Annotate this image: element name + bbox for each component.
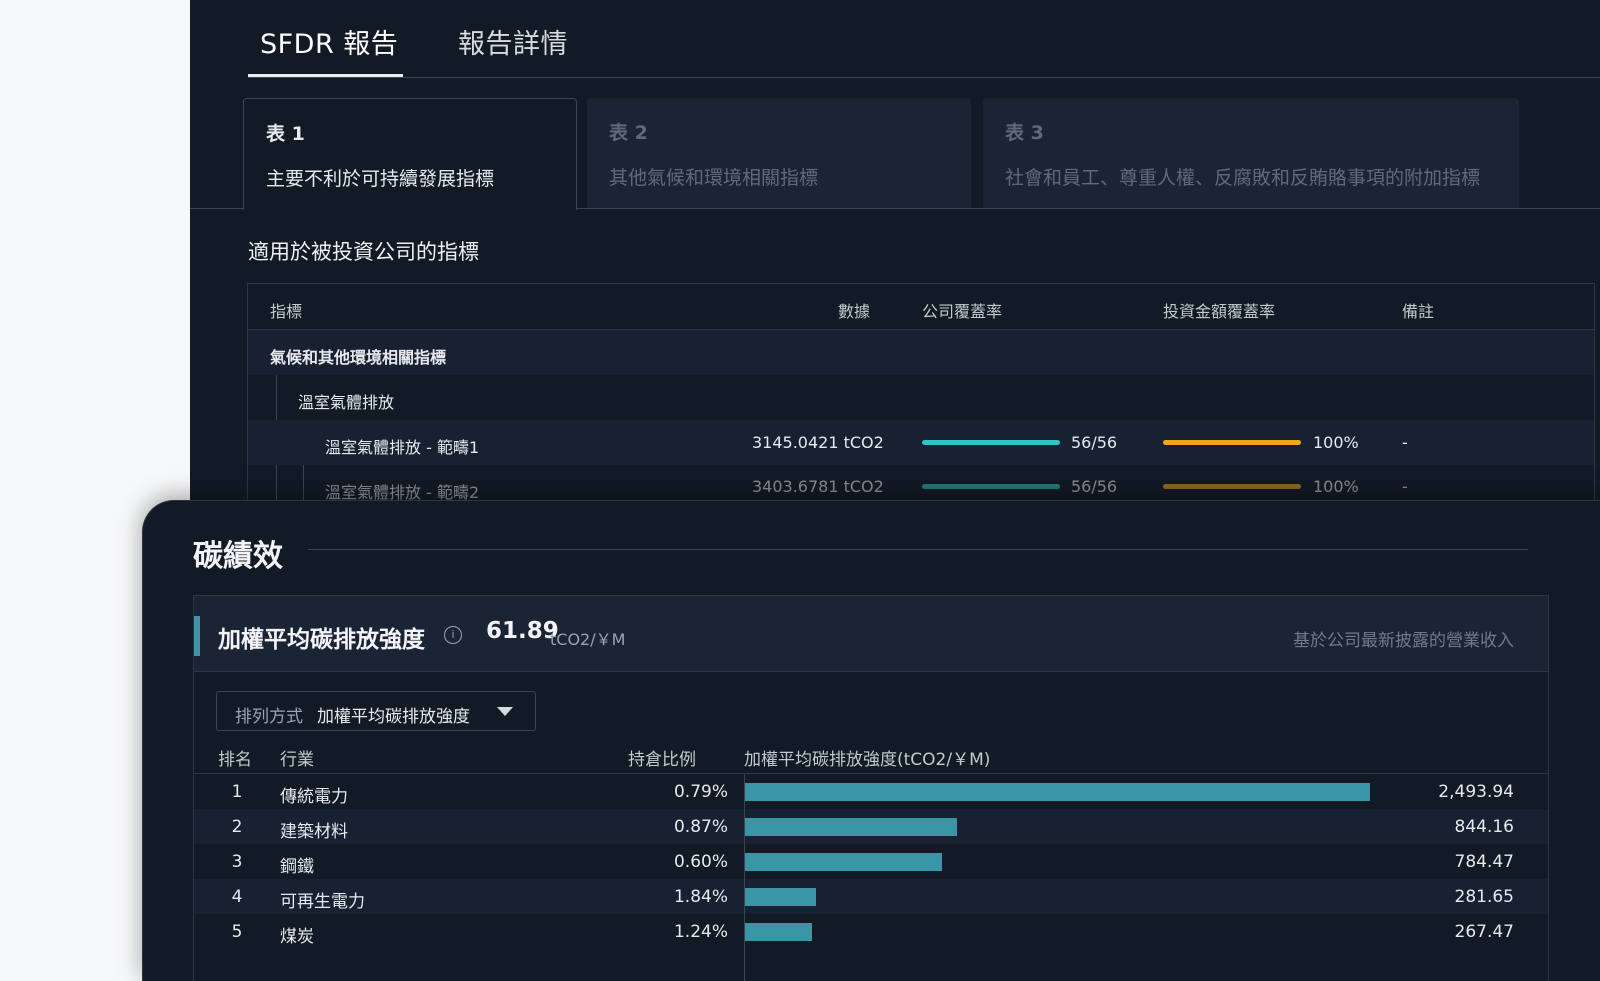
- card-note: 基於公司最新披露的營業收入: [1293, 631, 1514, 651]
- indicator-table: 指標 數據 公司覆蓋率 投資金額覆蓋率 備註 氣候和其他環境相關指標 溫室氣體排…: [247, 283, 1595, 510]
- holding-ratio: 0.60%: [673, 852, 728, 872]
- sheet-tab-number: 表 3: [1005, 122, 1044, 144]
- holding-ratio: 0.87%: [673, 817, 728, 837]
- group-row[interactable]: 氣候和其他環境相關指標: [248, 330, 1594, 375]
- intensity-bar: [745, 783, 1370, 801]
- sort-label: 排列方式: [235, 707, 303, 727]
- holding-ratio: 1.24%: [673, 922, 728, 942]
- table-row[interactable]: 3 鋼鐵 0.60% 784.47: [194, 844, 1548, 879]
- accent-bar: [194, 616, 200, 656]
- amount-coverage-bar: [1163, 440, 1301, 445]
- rank-number: 3: [231, 852, 243, 872]
- sheet-tab-number: 表 1: [266, 123, 305, 145]
- industry-name: 建築材料: [280, 822, 348, 842]
- table-row[interactable]: 溫室氣體排放 - 範疇1 3145.0421 tCO2 56/56 100% -: [248, 420, 1594, 465]
- intensity-value: 784.47: [1454, 852, 1514, 872]
- rank-number: 2: [231, 817, 243, 837]
- active-tab-underline: [248, 74, 403, 77]
- tab-sfdr-report[interactable]: SFDR 報告: [260, 22, 398, 61]
- amount-coverage-bar: [1163, 484, 1301, 489]
- subgroup-label: 溫室氣體排放: [298, 393, 395, 412]
- group-label: 氣候和其他環境相關指標: [270, 348, 447, 367]
- carbon-intensity-card: 加權平均碳排放強度 i 61.89 tCO2/￥M 基於公司最新披露的營業收入 …: [193, 595, 1549, 981]
- sheet-tab-description: 其他氣候和環境相關指標: [609, 167, 819, 189]
- column-header-notes: 備註: [1402, 302, 1435, 321]
- subgroup-row[interactable]: 溫室氣體排放: [248, 375, 1594, 420]
- industry-name: 可再生電力: [280, 892, 365, 912]
- company-coverage-value: 56/56: [1071, 433, 1118, 452]
- note-value: -: [1402, 433, 1408, 452]
- bar-axis-line: [744, 774, 745, 981]
- holding-ratio: 0.79%: [673, 782, 728, 802]
- column-header-data: 數據: [838, 302, 871, 321]
- column-header-holding: 持倉比例: [628, 750, 696, 770]
- note-value: -: [1402, 477, 1408, 496]
- table-header: 指標 數據 公司覆蓋率 投資金額覆蓋率 備註: [248, 284, 1594, 330]
- ranking-header: 排名 行業 持倉比例 加權平均碳排放強度(tCO2/￥M): [194, 741, 1548, 774]
- main-tab-bar: SFDR 報告 報告詳情: [248, 0, 1600, 78]
- sheet-tab-1[interactable]: 表 1 主要不利於可持續發展指標: [243, 98, 577, 210]
- intensity-bar: [745, 818, 957, 836]
- holding-ratio: 1.84%: [673, 887, 728, 907]
- column-header-rank: 排名: [218, 750, 252, 770]
- intensity-bar: [745, 923, 812, 941]
- intensity-value: 844.16: [1454, 817, 1514, 837]
- section-title: 適用於被投資公司的指標: [248, 240, 479, 264]
- table-row[interactable]: 2 建築材料 0.87% 844.16: [194, 809, 1548, 844]
- industry-name: 傳統電力: [280, 787, 348, 807]
- indicator-name: 溫室氣體排放 - 範疇1: [325, 438, 480, 457]
- table-row[interactable]: 5 煤炭 1.24% 267.47: [194, 914, 1548, 949]
- industry-name: 煤炭: [280, 927, 314, 947]
- table-row[interactable]: 1 傳統電力 0.79% 2,493.94: [194, 774, 1548, 809]
- rank-number: 5: [231, 922, 243, 942]
- metric-unit: tCO2/￥M: [550, 630, 626, 649]
- sort-dropdown[interactable]: 排列方式 加權平均碳排放強度: [216, 691, 536, 731]
- indicator-value: 3403.6781 tCO2: [752, 477, 884, 496]
- panel-title: 碳績效: [193, 539, 283, 574]
- rank-number: 1: [231, 782, 243, 802]
- tab-report-details[interactable]: 報告詳情: [458, 22, 568, 61]
- amount-coverage-value: 100%: [1313, 477, 1359, 496]
- sheet-tab-number: 表 2: [609, 122, 648, 144]
- industry-name: 鋼鐵: [280, 857, 314, 877]
- sheet-tab-bar: 表 1 主要不利於可持續發展指標 表 2 其他氣候和環境相關指標 表 3 社會和…: [190, 98, 1600, 210]
- indicator-value: 3145.0421 tCO2: [752, 433, 884, 452]
- metric-value: 61.89: [486, 618, 559, 644]
- intensity-value: 281.65: [1454, 887, 1514, 907]
- sort-value: 加權平均碳排放強度: [317, 707, 470, 727]
- card-header: 加權平均碳排放強度 i 61.89 tCO2/￥M 基於公司最新披露的營業收入: [194, 596, 1548, 672]
- column-header-amount-coverage: 投資金額覆蓋率: [1163, 302, 1276, 321]
- column-header-indicator: 指標: [270, 302, 303, 321]
- info-icon[interactable]: i: [444, 626, 462, 644]
- amount-coverage-value: 100%: [1313, 433, 1359, 452]
- column-header-company-coverage: 公司覆蓋率: [922, 302, 1003, 321]
- column-header-intensity: 加權平均碳排放強度(tCO2/￥M): [744, 750, 991, 770]
- company-coverage-value: 56/56: [1071, 477, 1118, 496]
- table-row[interactable]: 4 可再生電力 1.84% 281.65: [194, 879, 1548, 914]
- sheet-tab-description: 主要不利於可持續發展指標: [266, 168, 495, 190]
- intensity-value: 2,493.94: [1438, 782, 1514, 802]
- chevron-down-icon: [497, 707, 513, 716]
- company-coverage-bar: [922, 484, 1060, 489]
- intensity-value: 267.47: [1454, 922, 1514, 942]
- sheet-tab-2[interactable]: 表 2 其他氣候和環境相關指標: [587, 98, 971, 208]
- carbon-performance-panel: 碳績效 加權平均碳排放強度 i 61.89 tCO2/￥M 基於公司最新披露的營…: [142, 500, 1600, 981]
- column-header-industry: 行業: [280, 750, 314, 770]
- company-coverage-bar: [922, 440, 1060, 445]
- intensity-bar: [745, 888, 816, 906]
- title-divider: [308, 549, 1528, 550]
- rank-number: 4: [231, 887, 243, 907]
- metric-name: 加權平均碳排放強度: [218, 627, 425, 653]
- sfdr-report-panel: SFDR 報告 報告詳情 表 1 主要不利於可持續發展指標 表 2 其他氣候和環…: [190, 0, 1600, 510]
- sheet-tab-description: 社會和員工、尊重人權、反腐敗和反賄賂事項的附加指標: [1005, 167, 1481, 189]
- intensity-bar: [745, 853, 942, 871]
- sheet-tab-3[interactable]: 表 3 社會和員工、尊重人權、反腐敗和反賄賂事項的附加指標: [983, 98, 1519, 208]
